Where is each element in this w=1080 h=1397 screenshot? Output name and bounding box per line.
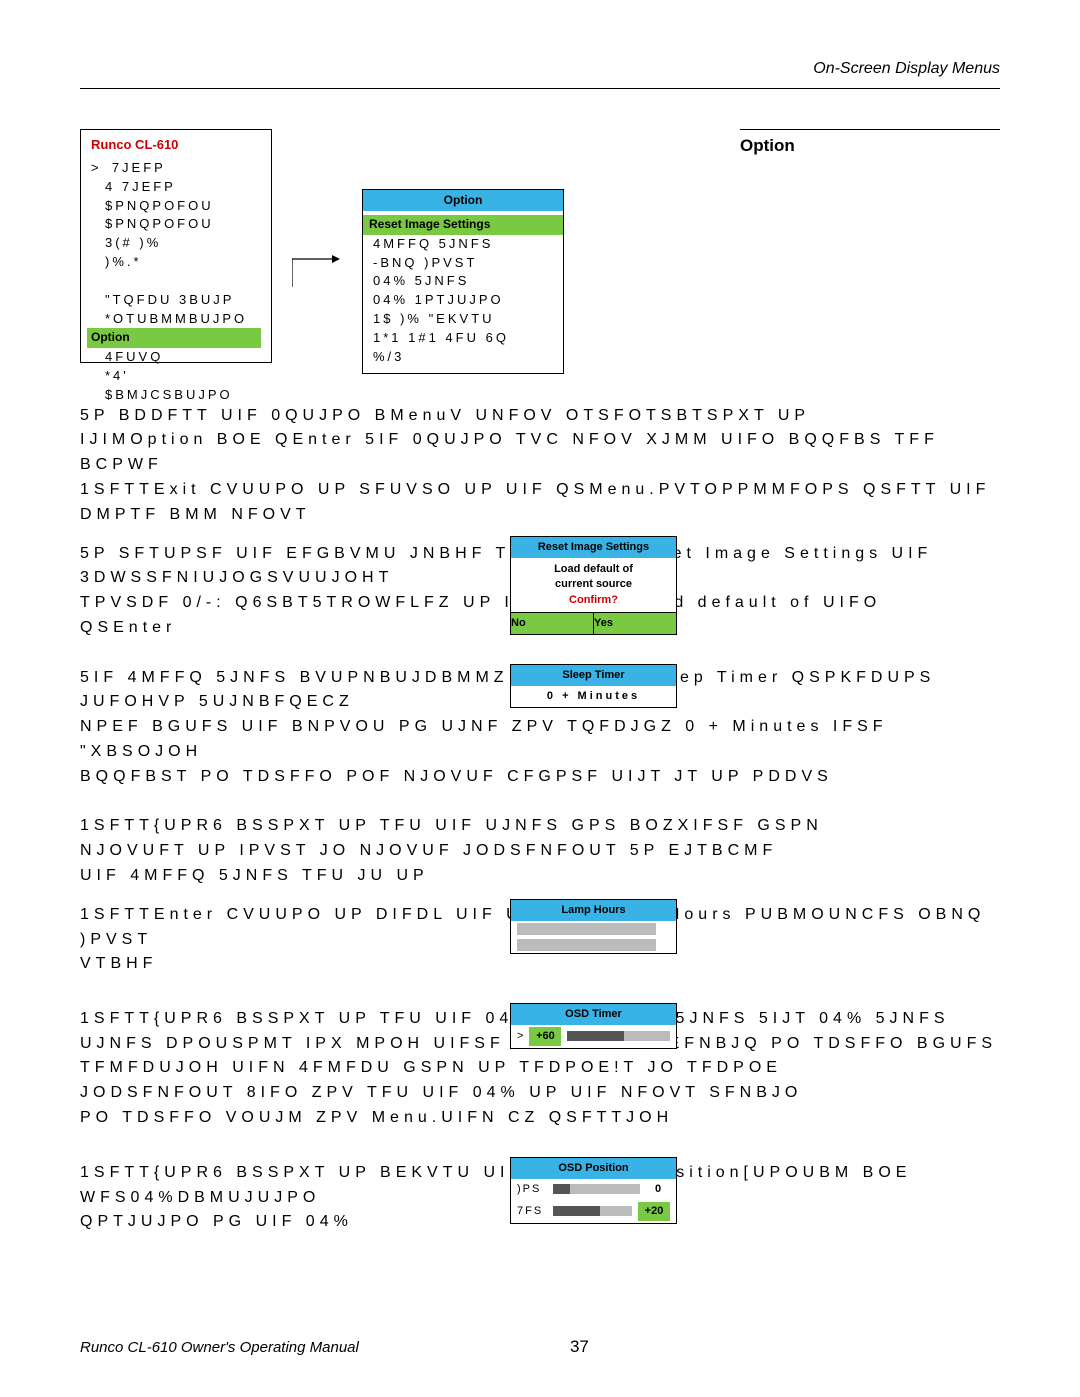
osd-timer-value: +60 <box>529 1027 561 1046</box>
osd-pos-ver-value: +20 <box>638 1202 670 1221</box>
paragraph-sleep: 5IF 4MFFQ 5JNFS BVUPNBUJDBMMZ QVUT UIF S… <box>80 666 1000 889</box>
menu-line: 04% 5JNFS <box>373 272 553 291</box>
menu-line: *OTUBMMBUJPO <box>91 310 261 329</box>
reset-popup-buttons: No Yes <box>511 612 676 634</box>
header-rule <box>80 88 1000 89</box>
footer: Runco CL-610 Owner's Operating Manual 37 <box>80 1337 1000 1357</box>
sleep-timer-title: Sleep Timer <box>511 665 676 686</box>
reset-no-button[interactable]: No <box>511 612 594 634</box>
header-title: On-Screen Display Menus <box>80 60 1000 78</box>
osd-timer-popup: OSD Timer > +60 <box>510 1003 677 1049</box>
lamp-row <box>511 921 676 937</box>
main-menu-highlight[interactable]: Option <box>87 328 261 347</box>
lamp-row <box>511 937 676 953</box>
menu-line: 3(# )% <box>91 234 261 253</box>
reset-popup-title: Reset Image Settings <box>511 537 676 558</box>
menu-line: 04% 1PTJUJPO <box>373 291 553 310</box>
option-heading: Option <box>740 129 1000 156</box>
menu-line: $PNQPOFOU <box>91 215 261 234</box>
option-menu-box: Option Reset Image Settings 4MFFQ 5JNFS … <box>362 189 564 374</box>
option-menu-highlight[interactable]: Reset Image Settings <box>363 215 563 234</box>
paragraph-osd-pos: 1SFTT{UPR6 BSSPXT UP BEKVTU UIF IPSJOSD … <box>80 1161 1000 1271</box>
osd-position-popup: OSD Position )PS 0 7FS +20 <box>510 1157 677 1224</box>
footer-page-number: 37 <box>570 1337 589 1357</box>
main-menu-title: Runco CL-610 <box>91 136 261 155</box>
paragraph-osd-timer: 1SFTT{UPR6 BSSPXT UP TFU UIF 04% OSD Tim… <box>80 1007 1000 1147</box>
menu-line: 4 7JEFP <box>91 178 261 197</box>
paragraph-lamp: 1SFTTEnter CVUUPO UP DIFDL UIF UPUBM Lam… <box>80 903 1000 993</box>
menu-line: 1*1 1#1 4FU 6Q <box>373 329 553 348</box>
sleep-timer-popup: Sleep Timer 0 + Minutes <box>510 664 677 708</box>
paragraph-reset: 5P SFTUPSF UIF EFGBVMU JNBHF TFUUJOHT Re… <box>80 542 1000 652</box>
osd-pos-ver-row[interactable]: 7FS +20 <box>511 1200 676 1223</box>
sleep-timer-row[interactable]: 0 + Minutes <box>511 686 676 707</box>
right-column: Option <box>740 129 1000 374</box>
footer-manual-title: Runco CL-610 Owner's Operating Manual <box>80 1339 359 1356</box>
menu-line: > 7JEFP <box>91 159 261 178</box>
menu-line: 1$ )% "EKVTU <box>373 310 553 329</box>
reset-yes-button[interactable]: Yes <box>594 612 676 634</box>
main-menu-box: Runco CL-610 > 7JEFP 4 7JEFP $PNQPOFOU $… <box>80 129 272 363</box>
top-section: Runco CL-610 > 7JEFP 4 7JEFP $PNQPOFOU $… <box>80 129 1000 374</box>
osd-position-title: OSD Position <box>511 1158 676 1179</box>
menu-line: *4' $BMJCSBUJPO <box>91 367 261 405</box>
osd-timer-title: OSD Timer <box>511 1004 676 1025</box>
osd-timer-row[interactable]: > +60 <box>511 1025 676 1048</box>
menu-line: -BNQ )PVST <box>373 254 553 273</box>
menu-line: 4FUVQ <box>91 348 261 367</box>
arrow-icon <box>292 229 342 289</box>
menu-line: 4MFFQ 5JNFS <box>373 235 553 254</box>
menu-line <box>91 272 261 291</box>
menu-line: %/3 <box>373 348 553 367</box>
menu-line: "TQFDU 3BUJP <box>91 291 261 310</box>
page: On-Screen Display Menus Runco CL-610 > 7… <box>0 0 1080 1397</box>
osd-pos-hor-row[interactable]: )PS 0 <box>511 1179 676 1200</box>
menu-line: $PNQPOFOU <box>91 197 261 216</box>
reset-popup-body: Load default of current source Confirm? <box>511 558 676 612</box>
lamp-hours-popup: Lamp Hours <box>510 899 677 954</box>
paragraph-access: 5P BDDFTT UIF 0QUJPO BMenuV UNFOV OTSFOT… <box>80 404 1000 528</box>
option-menu-title: Option <box>363 190 563 211</box>
lamp-hours-title: Lamp Hours <box>511 900 676 921</box>
reset-popup: Reset Image Settings Load default of cur… <box>510 536 677 635</box>
menu-line: )%.* <box>91 253 261 272</box>
